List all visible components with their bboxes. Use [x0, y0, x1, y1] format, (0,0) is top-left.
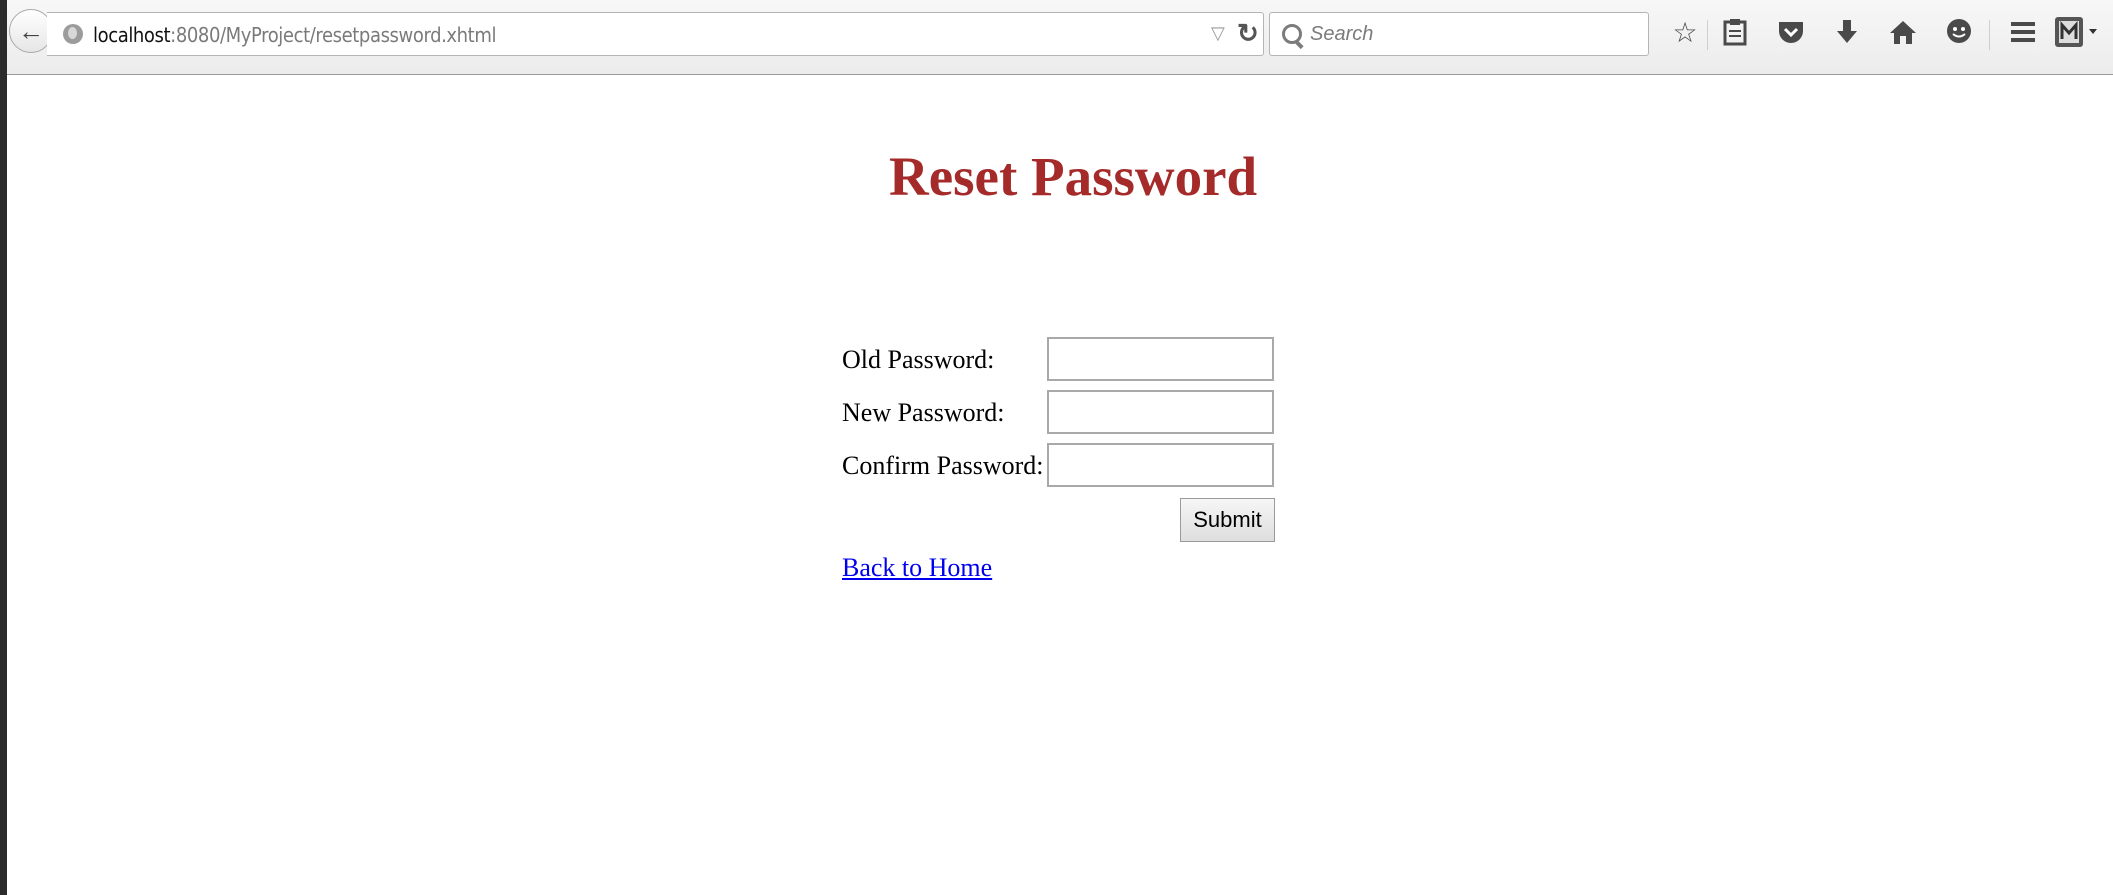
page-title: Reset Password: [889, 146, 1258, 207]
bookmark-star-icon[interactable]: ☆: [1667, 14, 1703, 50]
menu-icon[interactable]: [2005, 14, 2041, 50]
back-to-home-link[interactable]: Back to Home: [842, 553, 992, 583]
new-password-field[interactable]: [1047, 390, 1274, 434]
submit-button[interactable]: Submit: [1180, 498, 1275, 542]
url-path: :8080/MyProject/resetpassword.xhtml: [170, 23, 497, 47]
pocket-icon[interactable]: [1773, 14, 1809, 50]
url-host: localhost: [93, 23, 171, 47]
download-icon[interactable]: [1829, 14, 1865, 50]
confirm-password-field[interactable]: [1047, 443, 1274, 487]
reload-icon[interactable]: ↻: [1237, 18, 1259, 49]
reading-list-icon[interactable]: [1717, 14, 1753, 50]
old-password-field[interactable]: [1047, 337, 1274, 381]
old-password-label: Old Password:: [842, 345, 995, 374]
browser-toolbar: ← localhost:8080/MyProject/resetpassword…: [7, 0, 2113, 75]
chat-icon[interactable]: [1941, 14, 1977, 50]
toolbar-divider: [1707, 20, 1708, 50]
search-bar[interactable]: Search: [1269, 12, 1649, 56]
toolbar-divider: [1989, 20, 1990, 50]
home-icon[interactable]: [1885, 14, 1921, 50]
search-icon: [1282, 24, 1302, 44]
page-content: Reset Password Old Password: New Passwor…: [7, 75, 2113, 895]
extension-icon[interactable]: [2053, 14, 2099, 50]
browser-window: ← localhost:8080/MyProject/resetpassword…: [7, 0, 2113, 895]
dropdown-icon[interactable]: ▽: [1211, 23, 1225, 44]
globe-icon: [63, 24, 83, 44]
url-bar[interactable]: localhost:8080/MyProject/resetpassword.x…: [47, 12, 1264, 56]
new-password-label: New Password:: [842, 398, 1005, 427]
confirm-password-label: Confirm Password:: [842, 451, 1044, 480]
url-text[interactable]: localhost:8080/MyProject/resetpassword.x…: [93, 23, 496, 47]
search-placeholder: Search: [1310, 23, 1374, 45]
